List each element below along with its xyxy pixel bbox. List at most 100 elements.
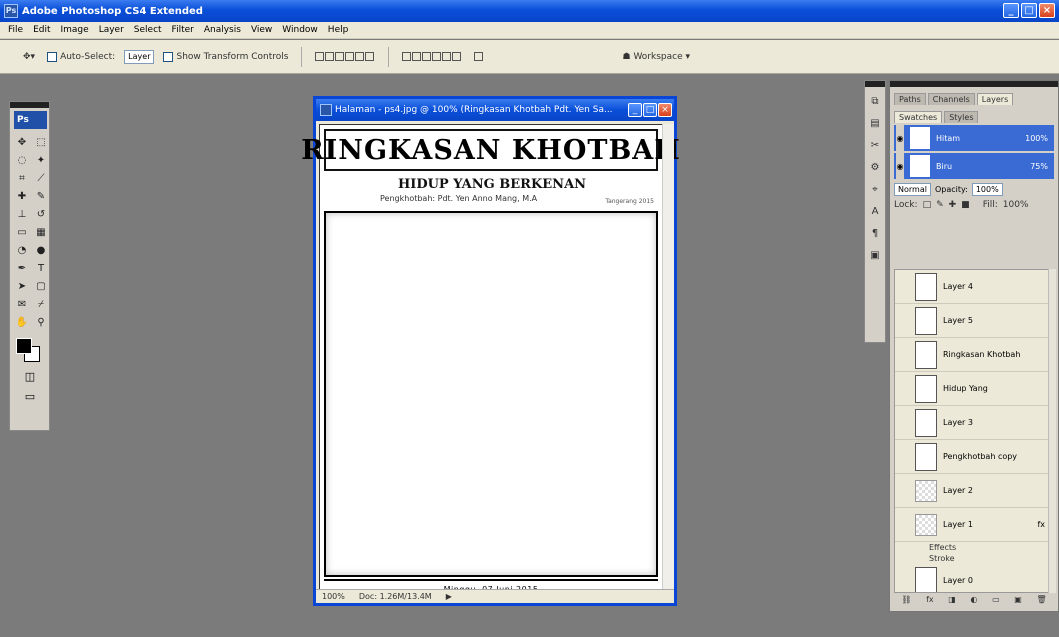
close-button[interactable]: × bbox=[1039, 3, 1055, 18]
layer-row[interactable]: Layer 4 bbox=[895, 270, 1053, 304]
layer-row[interactable]: Layer 1 fx bbox=[895, 508, 1053, 542]
slice-icon[interactable]: ⟋ bbox=[33, 170, 49, 186]
lock-transparent-icon[interactable]: □ bbox=[923, 200, 932, 210]
status-arrow-icon[interactable]: ▶ bbox=[446, 592, 452, 601]
stroke-effect[interactable]: Stroke bbox=[895, 553, 1053, 564]
layers-scrollbar[interactable] bbox=[1048, 269, 1056, 593]
navigator-icon[interactable]: ⌖ bbox=[867, 181, 883, 197]
auto-align-button[interactable] bbox=[471, 48, 487, 66]
gradient-icon[interactable]: ▦ bbox=[33, 224, 49, 240]
menu-filter[interactable]: Filter bbox=[172, 25, 194, 35]
swatch-row[interactable]: ◉ Hitam 100% bbox=[894, 125, 1054, 151]
menu-file[interactable]: File bbox=[8, 25, 23, 35]
new-layer-icon[interactable]: ▣ bbox=[1014, 595, 1022, 607]
character-icon[interactable]: A bbox=[867, 203, 883, 219]
menu-layer[interactable]: Layer bbox=[99, 25, 124, 35]
new-group-icon[interactable]: ▭ bbox=[992, 595, 1000, 607]
zoom-icon[interactable]: ⚲ bbox=[33, 314, 49, 330]
layer-comps-icon[interactable]: ▣ bbox=[867, 247, 883, 263]
blur-icon[interactable]: ◔ bbox=[14, 242, 30, 258]
eraser-icon[interactable]: ▭ bbox=[14, 224, 30, 240]
marquee-icon[interactable]: ⬚ bbox=[33, 134, 49, 150]
adjust-icon[interactable]: ⚙ bbox=[867, 159, 883, 175]
path-select-icon[interactable]: ➤ bbox=[14, 278, 30, 294]
actions-icon[interactable]: ▤ bbox=[867, 115, 883, 131]
adjustment-layer-icon[interactable]: ◐ bbox=[970, 595, 977, 607]
panel-grip[interactable] bbox=[890, 81, 1058, 87]
layer-row[interactable]: Layer 3 bbox=[895, 406, 1053, 440]
menu-window[interactable]: Window bbox=[282, 25, 318, 35]
layer-row[interactable]: Layer 5 bbox=[895, 304, 1053, 338]
pen-icon[interactable]: ✒ bbox=[14, 260, 30, 276]
brush-icon[interactable]: ✎ bbox=[33, 188, 49, 204]
tab-swatches[interactable]: Swatches bbox=[894, 111, 943, 123]
zoom-level[interactable]: 100% bbox=[322, 592, 345, 601]
layer-row[interactable]: Ringkasan Khotbah bbox=[895, 338, 1053, 372]
auto-select-checkbox[interactable] bbox=[47, 51, 58, 62]
type-icon[interactable]: T bbox=[33, 260, 49, 276]
tab-channels[interactable]: Channels bbox=[927, 93, 975, 105]
move-tool-icon[interactable]: ✥▾ bbox=[20, 48, 38, 66]
document-canvas[interactable]: RINGKASAN KHOTBAH HIDUP YANG BERKENAN Pe… bbox=[301, 124, 680, 598]
menu-view[interactable]: View bbox=[251, 25, 272, 35]
clone-stamp-icon[interactable]: ⊥ bbox=[14, 206, 30, 222]
dodge-icon[interactable]: ● bbox=[33, 242, 49, 258]
menu-edit[interactable]: Edit bbox=[33, 25, 50, 35]
shape-icon[interactable]: ▢ bbox=[33, 278, 49, 294]
move-icon[interactable]: ✥ bbox=[14, 134, 30, 150]
screen-mode-icon[interactable]: ▭ bbox=[22, 390, 38, 406]
show-transform-toggle[interactable]: Show Transform Controls bbox=[160, 48, 291, 66]
eye-icon[interactable]: ◉ bbox=[896, 125, 904, 151]
document-title-bar[interactable]: Halaman - ps4.jpg @ 100% (Ringkasan Khot… bbox=[316, 99, 674, 121]
eyedropper-icon[interactable]: ⌿ bbox=[33, 296, 49, 312]
maximize-button[interactable]: □ bbox=[1021, 3, 1037, 18]
distribute-buttons[interactable] bbox=[399, 48, 465, 66]
lock-position-icon[interactable]: ✚ bbox=[949, 200, 957, 210]
doc-maximize-button[interactable]: □ bbox=[643, 103, 657, 117]
menu-select[interactable]: Select bbox=[134, 25, 162, 35]
quick-mask-icon[interactable]: ◫ bbox=[22, 370, 38, 386]
opacity-field[interactable]: 100% bbox=[971, 183, 1003, 196]
blend-mode-dropdown[interactable]: Normal bbox=[894, 183, 931, 196]
panel-grip[interactable] bbox=[10, 102, 49, 108]
doc-close-button[interactable]: × bbox=[658, 103, 672, 117]
notes-icon[interactable]: ✉ bbox=[14, 296, 30, 312]
swatch-row[interactable]: ◉ Biru 75% bbox=[894, 153, 1054, 179]
menu-help[interactable]: Help bbox=[328, 25, 349, 35]
lock-image-icon[interactable]: ✎ bbox=[936, 200, 944, 210]
layer-row[interactable]: Hidup Yang bbox=[895, 372, 1053, 406]
auto-select-dropdown[interactable]: Layer bbox=[124, 49, 155, 64]
document-vertical-scrollbar[interactable] bbox=[662, 124, 674, 598]
eye-icon[interactable]: ◉ bbox=[896, 153, 904, 179]
align-buttons[interactable] bbox=[312, 48, 378, 66]
doc-minimize-button[interactable]: _ bbox=[628, 103, 642, 117]
tab-styles[interactable]: Styles bbox=[944, 111, 979, 123]
add-style-icon[interactable]: fx bbox=[926, 595, 934, 607]
link-layers-icon[interactable]: ⛓ bbox=[901, 595, 911, 607]
history-brush-icon[interactable]: ↺ bbox=[33, 206, 49, 222]
workspace-switcher[interactable]: ☗ Workspace ▾ bbox=[619, 48, 693, 66]
menu-image[interactable]: Image bbox=[61, 25, 89, 35]
crop-icon[interactable]: ⌗ bbox=[14, 170, 30, 186]
paragraph-icon[interactable]: ¶ bbox=[867, 225, 883, 241]
hand-icon[interactable]: ✋ bbox=[14, 314, 30, 330]
fx-icon[interactable]: fx bbox=[1037, 520, 1045, 529]
effects-label[interactable]: Effects bbox=[895, 542, 1053, 553]
foreground-color-swatch[interactable] bbox=[16, 338, 32, 354]
tab-paths[interactable]: Paths bbox=[894, 93, 926, 105]
color-swatches[interactable] bbox=[14, 338, 48, 364]
tools-icon[interactable]: ✂ bbox=[867, 137, 883, 153]
ps-badge[interactable]: Ps bbox=[14, 111, 47, 129]
minimize-button[interactable]: _ bbox=[1003, 3, 1019, 18]
menu-analysis[interactable]: Analysis bbox=[204, 25, 241, 35]
history-icon[interactable]: ⧉ bbox=[867, 93, 883, 109]
auto-select-toggle[interactable]: Auto-Select: bbox=[44, 48, 118, 66]
layer-row[interactable]: Layer 0 bbox=[895, 564, 1053, 592]
lock-all-icon[interactable]: ■ bbox=[961, 200, 970, 210]
lasso-icon[interactable]: ◌ bbox=[14, 152, 30, 168]
layers-list[interactable]: Layer 4 Layer 5 Ringkasan Khotbah Hidup … bbox=[894, 269, 1054, 593]
add-mask-icon[interactable]: ◨ bbox=[948, 595, 956, 607]
tab-layers[interactable]: Layers bbox=[976, 93, 1014, 105]
magic-wand-icon[interactable]: ✦ bbox=[33, 152, 49, 168]
healing-icon[interactable]: ✚ bbox=[14, 188, 30, 204]
